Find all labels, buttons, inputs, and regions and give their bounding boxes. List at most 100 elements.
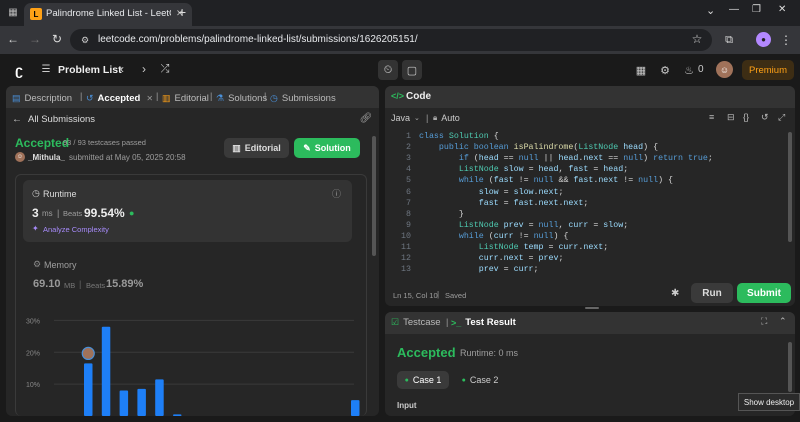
run-button[interactable]: Run <box>691 283 733 303</box>
user-avatar[interactable]: ☺ <box>716 61 733 78</box>
profile-avatar-icon[interactable]: ● <box>756 32 771 47</box>
submitted-at: submitted at May 05, 2025 20:58 <box>69 153 186 162</box>
y-tick-label: 20% <box>26 350 40 357</box>
previous-problem-icon[interactable]: ‹ <box>116 62 128 76</box>
layout-grid-icon[interactable]: ▦ <box>634 63 648 77</box>
code-line[interactable]: 2 public boolean isPalindrome(ListNode h… <box>385 142 658 154</box>
your-submission-avatar-marker[interactable] <box>81 346 95 361</box>
tab-test-result[interactable]: >_ Test Result <box>451 317 516 328</box>
runtime-label: Runtime <box>43 189 77 199</box>
format-code-icon[interactable]: ≡ <box>709 112 714 122</box>
problem-list-icon[interactable]: ☰ <box>40 63 52 75</box>
next-problem-icon[interactable]: › <box>138 62 150 76</box>
site-info-icon[interactable]: ⚙ <box>78 33 92 47</box>
runtime-value: 3 <box>32 206 39 220</box>
code-line[interactable]: 10 while (curr != null) { <box>385 231 568 243</box>
case-1-tab[interactable]: ● Case 1 <box>397 371 449 389</box>
debug-bug-icon[interactable]: ✱ <box>671 288 679 299</box>
code-scrollbar[interactable] <box>788 132 792 242</box>
settings-gear-icon[interactable]: ⚙ <box>658 63 672 77</box>
leetcode-logo-icon[interactable]: ʗ <box>10 61 28 79</box>
close-tab-accepted-icon[interactable]: ✕ <box>146 94 153 103</box>
braces-icon[interactable]: {} <box>743 112 749 122</box>
tab-editorial[interactable]: ▥ Editorial <box>162 91 209 105</box>
expand-panel-icon[interactable]: ⛶ <box>761 316 767 327</box>
distribution-bar[interactable] <box>155 379 164 416</box>
editorial-button[interactable]: ▥ Editorial <box>224 138 289 158</box>
notes-icon[interactable]: ▢ <box>402 60 422 80</box>
browser-menu-icon[interactable]: ⋮ <box>780 32 792 47</box>
back-to-all-submissions[interactable]: ← All Submissions <box>12 112 95 126</box>
runtime-card[interactable]: ◷ Runtime ⓘ 3 ms | Beats 99.54% ● ✦ Anal… <box>23 180 352 242</box>
result-scrollbar[interactable] <box>788 342 792 392</box>
tab-submissions-label: Submissions <box>281 92 336 104</box>
url-field[interactable]: ⚙ leetcode.com/problems/palindrome-linke… <box>70 29 712 51</box>
collapse-panel-icon[interactable]: ⌃ <box>779 316 787 327</box>
panel-resize-handle[interactable] <box>585 307 599 309</box>
language-selector[interactable]: Java ⌄ <box>391 113 420 123</box>
terminal-icon: >_ <box>451 317 462 328</box>
bookmark-icon[interactable]: ⊟ <box>727 112 735 123</box>
code-line[interactable]: 9 ListNode prev = null, curr = slow; <box>385 220 628 232</box>
close-window-icon[interactable]: ✕ <box>778 4 786 15</box>
case-2-tab[interactable]: ● Case 2 <box>457 371 503 389</box>
code-line[interactable]: 5 while (fast != null && fast.next != nu… <box>385 175 673 187</box>
code-editor[interactable]: 1 class Solution {2 public boolean isPali… <box>385 131 785 277</box>
solution-button[interactable]: ✎ Solution <box>294 138 360 158</box>
minimize-window-icon[interactable]: — <box>729 4 739 15</box>
bookmark-star-icon[interactable]: ☆ <box>690 32 704 46</box>
code-line[interactable]: 7 fast = fast.next.next; <box>385 198 588 210</box>
submitter-username[interactable]: _Mithula_ <box>28 153 65 162</box>
memory-distribution-chart[interactable]: 30% 20% 10% <box>24 306 364 416</box>
code-line[interactable]: 8 } <box>385 209 464 221</box>
problem-list-label[interactable]: Problem List <box>58 64 122 76</box>
code-line[interactable]: 11 ListNode temp = curr.next; <box>385 242 608 254</box>
distribution-bar[interactable] <box>173 414 182 416</box>
tab-submissions[interactable]: ◷ Submissions <box>270 91 336 105</box>
code-line[interactable]: 12 curr.next = prev; <box>385 253 563 265</box>
shuffle-icon[interactable]: ⤮ <box>158 62 172 76</box>
distribution-bar[interactable] <box>101 326 111 416</box>
fullscreen-icon[interactable]: ⤢ <box>778 112 785 123</box>
all-submissions-label: All Submissions <box>28 113 96 125</box>
line-number: 2 <box>406 143 411 153</box>
distribution-bar[interactable] <box>351 400 360 416</box>
code-line[interactable]: 3 if (head == null || head.next == null)… <box>385 153 713 165</box>
distribution-bar[interactable] <box>137 388 146 416</box>
tab-search-icon[interactable]: ▦ <box>6 5 20 19</box>
tab-accepted[interactable]: ↺ Accepted ✕ <box>86 91 153 105</box>
streak-count: 0 <box>698 64 704 75</box>
forward-arrow-icon[interactable]: → <box>28 32 42 46</box>
reset-code-icon[interactable]: ↺ <box>761 112 769 123</box>
timer-icon[interactable]: ⏲ <box>378 60 398 80</box>
distribution-bar[interactable] <box>84 363 93 416</box>
left-panel-scrollbar[interactable] <box>372 136 376 256</box>
clock-icon: ◷ <box>270 92 278 103</box>
browser-tab[interactable]: L Palindrome Linked List - LeetCo ✕ <box>24 3 192 26</box>
extensions-icon[interactable]: ⧉ <box>722 33 736 47</box>
memory-label[interactable]: Memory <box>44 260 77 270</box>
reload-icon[interactable]: ↻ <box>50 32 64 46</box>
streak-fire-icon[interactable]: ♨ <box>683 63 695 77</box>
back-arrow-icon[interactable]: ← <box>6 32 20 46</box>
new-tab-button[interactable]: + <box>178 4 186 20</box>
code-line[interactable]: 4 ListNode slow = head, fast = head; <box>385 164 628 176</box>
tab-description[interactable]: ▤ Description <box>12 91 72 105</box>
auto-mode-toggle[interactable]: 🔒︎ Auto <box>433 113 460 123</box>
code-line[interactable]: 1 class Solution { <box>385 131 499 143</box>
code-line[interactable]: 13 prev = curr; <box>385 264 538 276</box>
editorial-button-label: Editorial <box>244 143 281 153</box>
tab-testcase[interactable]: ☑ Testcase <box>391 317 441 328</box>
line-number: 3 <box>406 154 411 164</box>
runtime-info-icon[interactable]: ⓘ <box>332 187 341 200</box>
premium-button[interactable]: Premium <box>742 60 794 80</box>
share-link-icon[interactable]: 🔗︎ <box>360 112 373 124</box>
analyze-complexity-link[interactable]: Analyze Complexity <box>43 225 109 234</box>
tab-solutions[interactable]: ⚗ Solutions <box>216 91 267 105</box>
submit-button[interactable]: Submit <box>737 283 791 303</box>
distribution-bar[interactable] <box>119 390 129 417</box>
tab-list-dropdown-icon[interactable]: ⌄ <box>706 4 715 17</box>
code-line[interactable]: 6 slow = slow.next; <box>385 187 563 199</box>
browser-tab-title: Palindrome Linked List - LeetCo <box>46 8 171 19</box>
restore-window-icon[interactable]: ❐ <box>752 4 761 15</box>
